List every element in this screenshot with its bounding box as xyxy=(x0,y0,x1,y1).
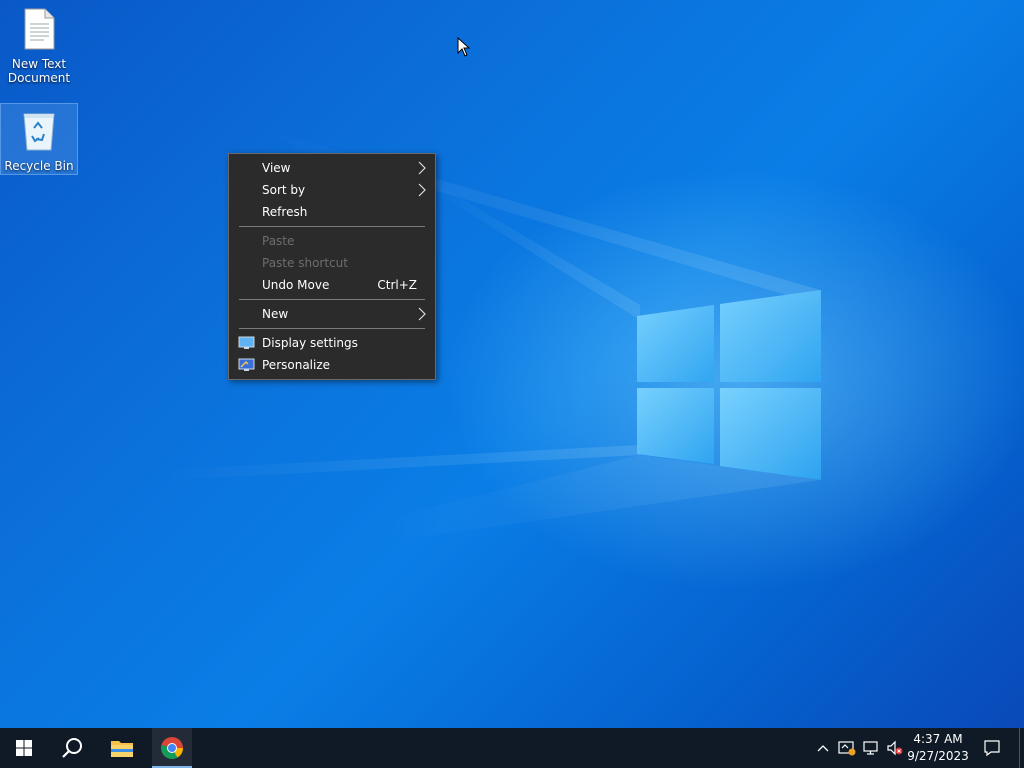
menu-item-undo-move[interactable]: Undo Move Ctrl+Z xyxy=(229,274,435,296)
notification-icon xyxy=(984,740,1000,757)
submenu-arrow-icon xyxy=(418,183,426,197)
chevron-up-icon xyxy=(817,745,829,752)
security-tray-button[interactable] xyxy=(836,728,858,768)
start-button[interactable] xyxy=(0,728,48,768)
menu-item-paste-shortcut: Paste shortcut xyxy=(229,252,435,274)
desktop-context-menu: View Sort by Refresh Paste Paste shortcu… xyxy=(228,153,436,380)
volume-muted-icon xyxy=(887,740,903,756)
personalize-icon xyxy=(238,358,255,371)
security-icon xyxy=(838,741,856,756)
recycle-bin-icon xyxy=(1,108,77,155)
menu-separator xyxy=(239,299,425,300)
taskbar-clock[interactable]: 4:37 AM 9/27/2023 xyxy=(906,728,970,768)
menu-item-label: Display settings xyxy=(262,336,358,350)
menu-item-label: Personalize xyxy=(262,358,331,372)
action-center-button[interactable] xyxy=(978,728,1006,768)
windows-start-icon xyxy=(16,740,32,756)
desktop-icon-label: Recycle Bin xyxy=(4,159,74,173)
menu-item-label: Refresh xyxy=(262,205,308,219)
desktop-icon-label: New Text Document xyxy=(7,57,71,85)
folder-icon xyxy=(111,741,133,757)
file-explorer-button[interactable] xyxy=(98,728,146,768)
wallpaper-art xyxy=(160,128,821,540)
menu-item-display-settings[interactable]: Display settings xyxy=(229,332,435,354)
menu-item-paste: Paste xyxy=(229,230,435,252)
desktop-icon-new-text-document[interactable]: New Text Document xyxy=(1,8,77,90)
desktop-icon-recycle-bin[interactable]: Recycle Bin xyxy=(0,103,78,175)
display-settings-icon xyxy=(238,336,255,349)
search-button[interactable] xyxy=(48,728,96,768)
clock-date: 9/27/2023 xyxy=(907,749,969,763)
taskbar: 4:37 AM 9/27/2023 xyxy=(0,728,1024,768)
menu-item-label: Undo Move xyxy=(262,278,330,292)
mouse-cursor-icon xyxy=(457,37,471,57)
menu-item-personalize[interactable]: Personalize xyxy=(229,354,435,376)
desktop[interactable]: New Text Document Recycle Bin View Sort … xyxy=(0,0,1024,728)
menu-item-label: View xyxy=(262,161,291,175)
show-desktop-button[interactable] xyxy=(1019,728,1024,768)
network-tray-button[interactable] xyxy=(860,728,882,768)
menu-item-shortcut: Ctrl+Z xyxy=(377,278,417,292)
menu-item-label: Paste xyxy=(262,234,295,248)
menu-item-sort-by[interactable]: Sort by xyxy=(229,179,435,201)
menu-item-label: Paste shortcut xyxy=(262,256,348,270)
menu-item-refresh[interactable]: Refresh xyxy=(229,201,435,223)
menu-separator xyxy=(239,328,425,329)
show-hidden-icons-button[interactable] xyxy=(814,728,832,768)
volume-tray-button[interactable] xyxy=(884,728,906,768)
clock-time: 4:37 AM xyxy=(913,732,963,746)
menu-item-new[interactable]: New xyxy=(229,303,435,325)
submenu-arrow-icon xyxy=(418,307,426,321)
menu-item-label: New xyxy=(262,307,289,321)
submenu-arrow-icon xyxy=(418,161,426,175)
text-document-icon xyxy=(1,8,77,53)
menu-separator xyxy=(239,226,425,227)
chrome-button[interactable] xyxy=(152,728,192,768)
menu-item-view[interactable]: View xyxy=(229,157,435,179)
menu-item-label: Sort by xyxy=(262,183,306,197)
search-icon xyxy=(62,738,82,758)
chrome-icon xyxy=(161,737,183,759)
network-icon xyxy=(863,741,878,755)
